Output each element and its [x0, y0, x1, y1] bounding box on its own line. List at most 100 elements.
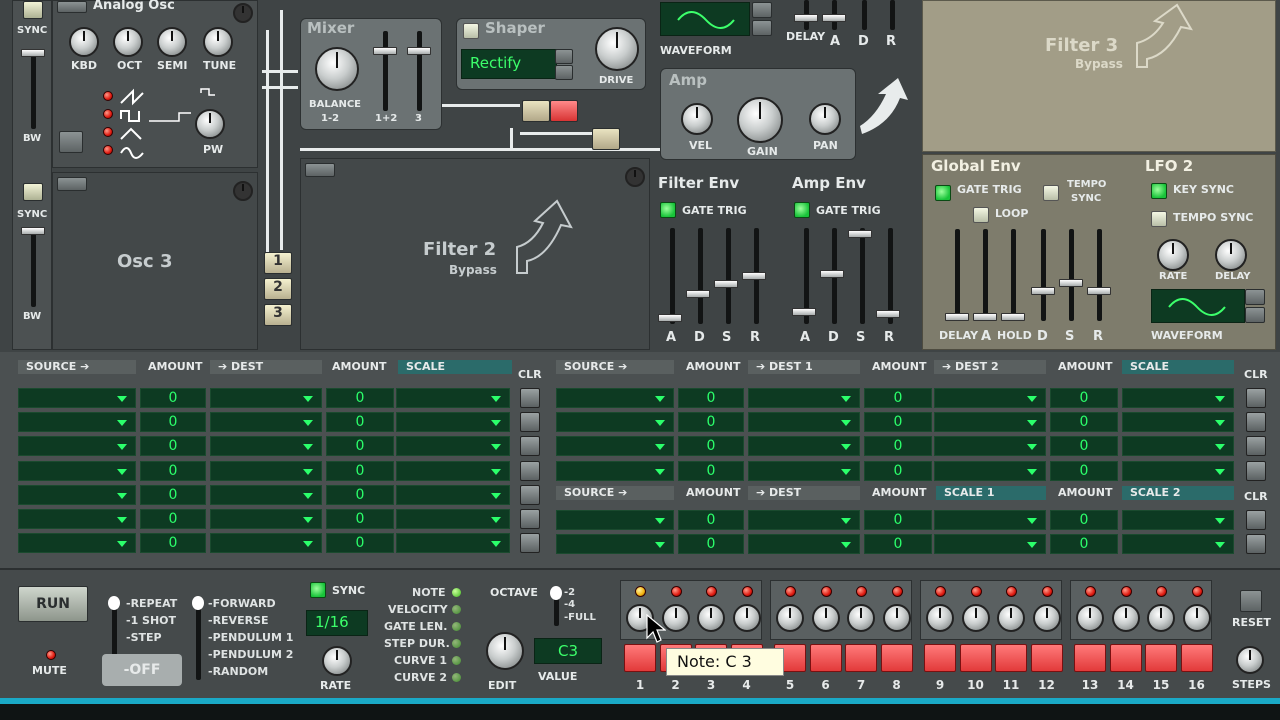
step-gate-button[interactable] [1145, 644, 1177, 672]
mute-led[interactable] [46, 650, 56, 660]
mod-slot-dropdown[interactable] [396, 388, 510, 408]
tune-knob[interactable] [203, 27, 233, 57]
mod-slot-dropdown[interactable] [396, 533, 510, 554]
step-gate-button[interactable] [924, 644, 956, 672]
analog-osc-menu-button[interactable] [57, 1, 87, 13]
bw-fader-2[interactable] [21, 227, 45, 235]
mod-amount-field[interactable]: 0 [864, 534, 932, 555]
amp-env-r-fader[interactable] [876, 310, 900, 318]
amp-env-s-fader[interactable] [848, 230, 872, 238]
mod-amount-field[interactable]: 0 [864, 460, 932, 481]
mod-amount-field[interactable]: 0 [678, 460, 744, 481]
step-gate-button[interactable] [809, 644, 842, 672]
step-gate-button[interactable] [880, 644, 913, 672]
step-knob[interactable] [811, 604, 840, 632]
amp-env-d-fader[interactable] [820, 270, 844, 278]
edit-velocity[interactable]: VELOCITY [388, 603, 448, 616]
mode-1shot[interactable]: -1 SHOT [126, 614, 176, 627]
step-knob[interactable] [926, 604, 954, 632]
step-knob[interactable] [847, 604, 875, 632]
clr-button[interactable] [1246, 388, 1266, 408]
lfo2-tempo-sync-led[interactable] [1151, 211, 1167, 227]
mod-slot-dropdown[interactable] [18, 436, 136, 457]
mod-amount-field[interactable]: 0 [1050, 412, 1118, 433]
mod-amount-field[interactable]: 0 [864, 510, 932, 530]
step-gate-button[interactable] [845, 644, 877, 672]
value-display[interactable]: C3 [534, 638, 602, 664]
edit-curve1[interactable]: CURVE 1 [394, 654, 447, 667]
mod-amount-field[interactable]: 0 [326, 388, 394, 408]
step-gate-button[interactable] [995, 644, 1027, 672]
wave-sine-led[interactable] [103, 145, 113, 155]
dir-pendulum2[interactable]: -PENDULUM 2 [208, 648, 293, 661]
mod-amount-field[interactable]: 0 [678, 436, 744, 457]
osc3-close-knob[interactable] [233, 181, 253, 201]
oct-2[interactable]: -2 [564, 587, 575, 598]
step-knob[interactable] [1111, 604, 1140, 632]
step-knob[interactable] [997, 604, 1025, 632]
global-env-loop-led[interactable] [973, 207, 989, 223]
dir-reverse[interactable]: -REVERSE [208, 614, 268, 627]
mod-amount-field[interactable]: 0 [326, 460, 394, 481]
pw-knob[interactable] [195, 109, 225, 139]
step-knob[interactable] [961, 604, 990, 632]
mode-step[interactable]: -STEP [126, 631, 162, 644]
mod-amount-field[interactable]: 0 [678, 388, 744, 408]
clr-button[interactable] [520, 412, 540, 433]
mod-slot-dropdown[interactable] [18, 460, 136, 481]
global-env-hold-fader[interactable] [1001, 313, 1025, 321]
seq-rate-display[interactable]: 1/16 [306, 610, 368, 636]
mod-slot-dropdown[interactable] [556, 388, 674, 408]
route-3-button[interactable]: 3 [264, 304, 292, 326]
mod-slot-dropdown[interactable] [210, 533, 322, 554]
direction-handle[interactable] [192, 596, 204, 610]
mod-slot-dropdown[interactable] [748, 510, 860, 530]
mod-amount-field[interactable]: 0 [326, 509, 394, 529]
vel-knob[interactable] [681, 103, 713, 135]
gain-knob[interactable] [737, 97, 783, 143]
route-1-button[interactable]: 1 [264, 252, 292, 274]
shaper-mode-up[interactable] [555, 49, 573, 64]
mod-amount-field[interactable]: 0 [864, 436, 932, 457]
drive-knob[interactable] [595, 27, 639, 71]
mod-slot-dropdown[interactable] [748, 436, 860, 457]
global-env-d-fader[interactable] [1031, 287, 1055, 295]
mix3-fader[interactable] [407, 47, 431, 55]
mod-amount-field[interactable]: 0 [326, 533, 394, 554]
mod-slot-dropdown[interactable] [396, 460, 510, 481]
mod-slot-dropdown[interactable] [210, 436, 322, 457]
clr-button[interactable] [520, 484, 540, 505]
mod-slot-dropdown[interactable] [1122, 534, 1234, 555]
mod-amount-field[interactable]: 0 [864, 412, 932, 433]
mod-slot-dropdown[interactable] [748, 460, 860, 481]
mod-slot-dropdown[interactable] [556, 436, 674, 457]
pan-knob[interactable] [809, 103, 841, 135]
shaper-mode-display[interactable]: Rectify [461, 49, 557, 79]
global-env-r-fader[interactable] [1087, 287, 1111, 295]
global-env-a-fader[interactable] [973, 313, 997, 321]
edit-gate-len[interactable]: GATE LEN. [384, 620, 447, 633]
mod-slot-dropdown[interactable] [556, 460, 674, 481]
mod-slot-dropdown[interactable] [396, 412, 510, 433]
mod-slot-dropdown[interactable] [748, 412, 860, 433]
mod-slot-dropdown[interactable] [18, 388, 136, 408]
filter-env-a-fader[interactable] [658, 314, 682, 322]
clr-button[interactable] [1246, 436, 1266, 457]
edit-note[interactable]: NOTE [412, 586, 446, 599]
mod-slot-dropdown[interactable] [18, 412, 136, 433]
amp-env-a-fader[interactable] [792, 308, 816, 316]
kbd-knob[interactable] [69, 27, 99, 57]
mod-slot-dropdown[interactable] [934, 510, 1046, 530]
clr-button[interactable] [1246, 460, 1266, 481]
mod-slot-dropdown[interactable] [934, 412, 1046, 433]
edit-knob[interactable] [486, 632, 524, 670]
balance-knob[interactable] [315, 47, 359, 91]
filter-route-left-button[interactable] [522, 100, 550, 122]
mod-slot-dropdown[interactable] [210, 388, 322, 408]
mod-slot-dropdown[interactable] [396, 484, 510, 505]
clr-button[interactable] [1246, 534, 1266, 555]
mod-slot-dropdown[interactable] [396, 436, 510, 457]
mod-slot-dropdown[interactable] [1122, 412, 1234, 433]
filter-env-s-fader[interactable] [714, 280, 738, 288]
clr-button[interactable] [520, 533, 540, 554]
